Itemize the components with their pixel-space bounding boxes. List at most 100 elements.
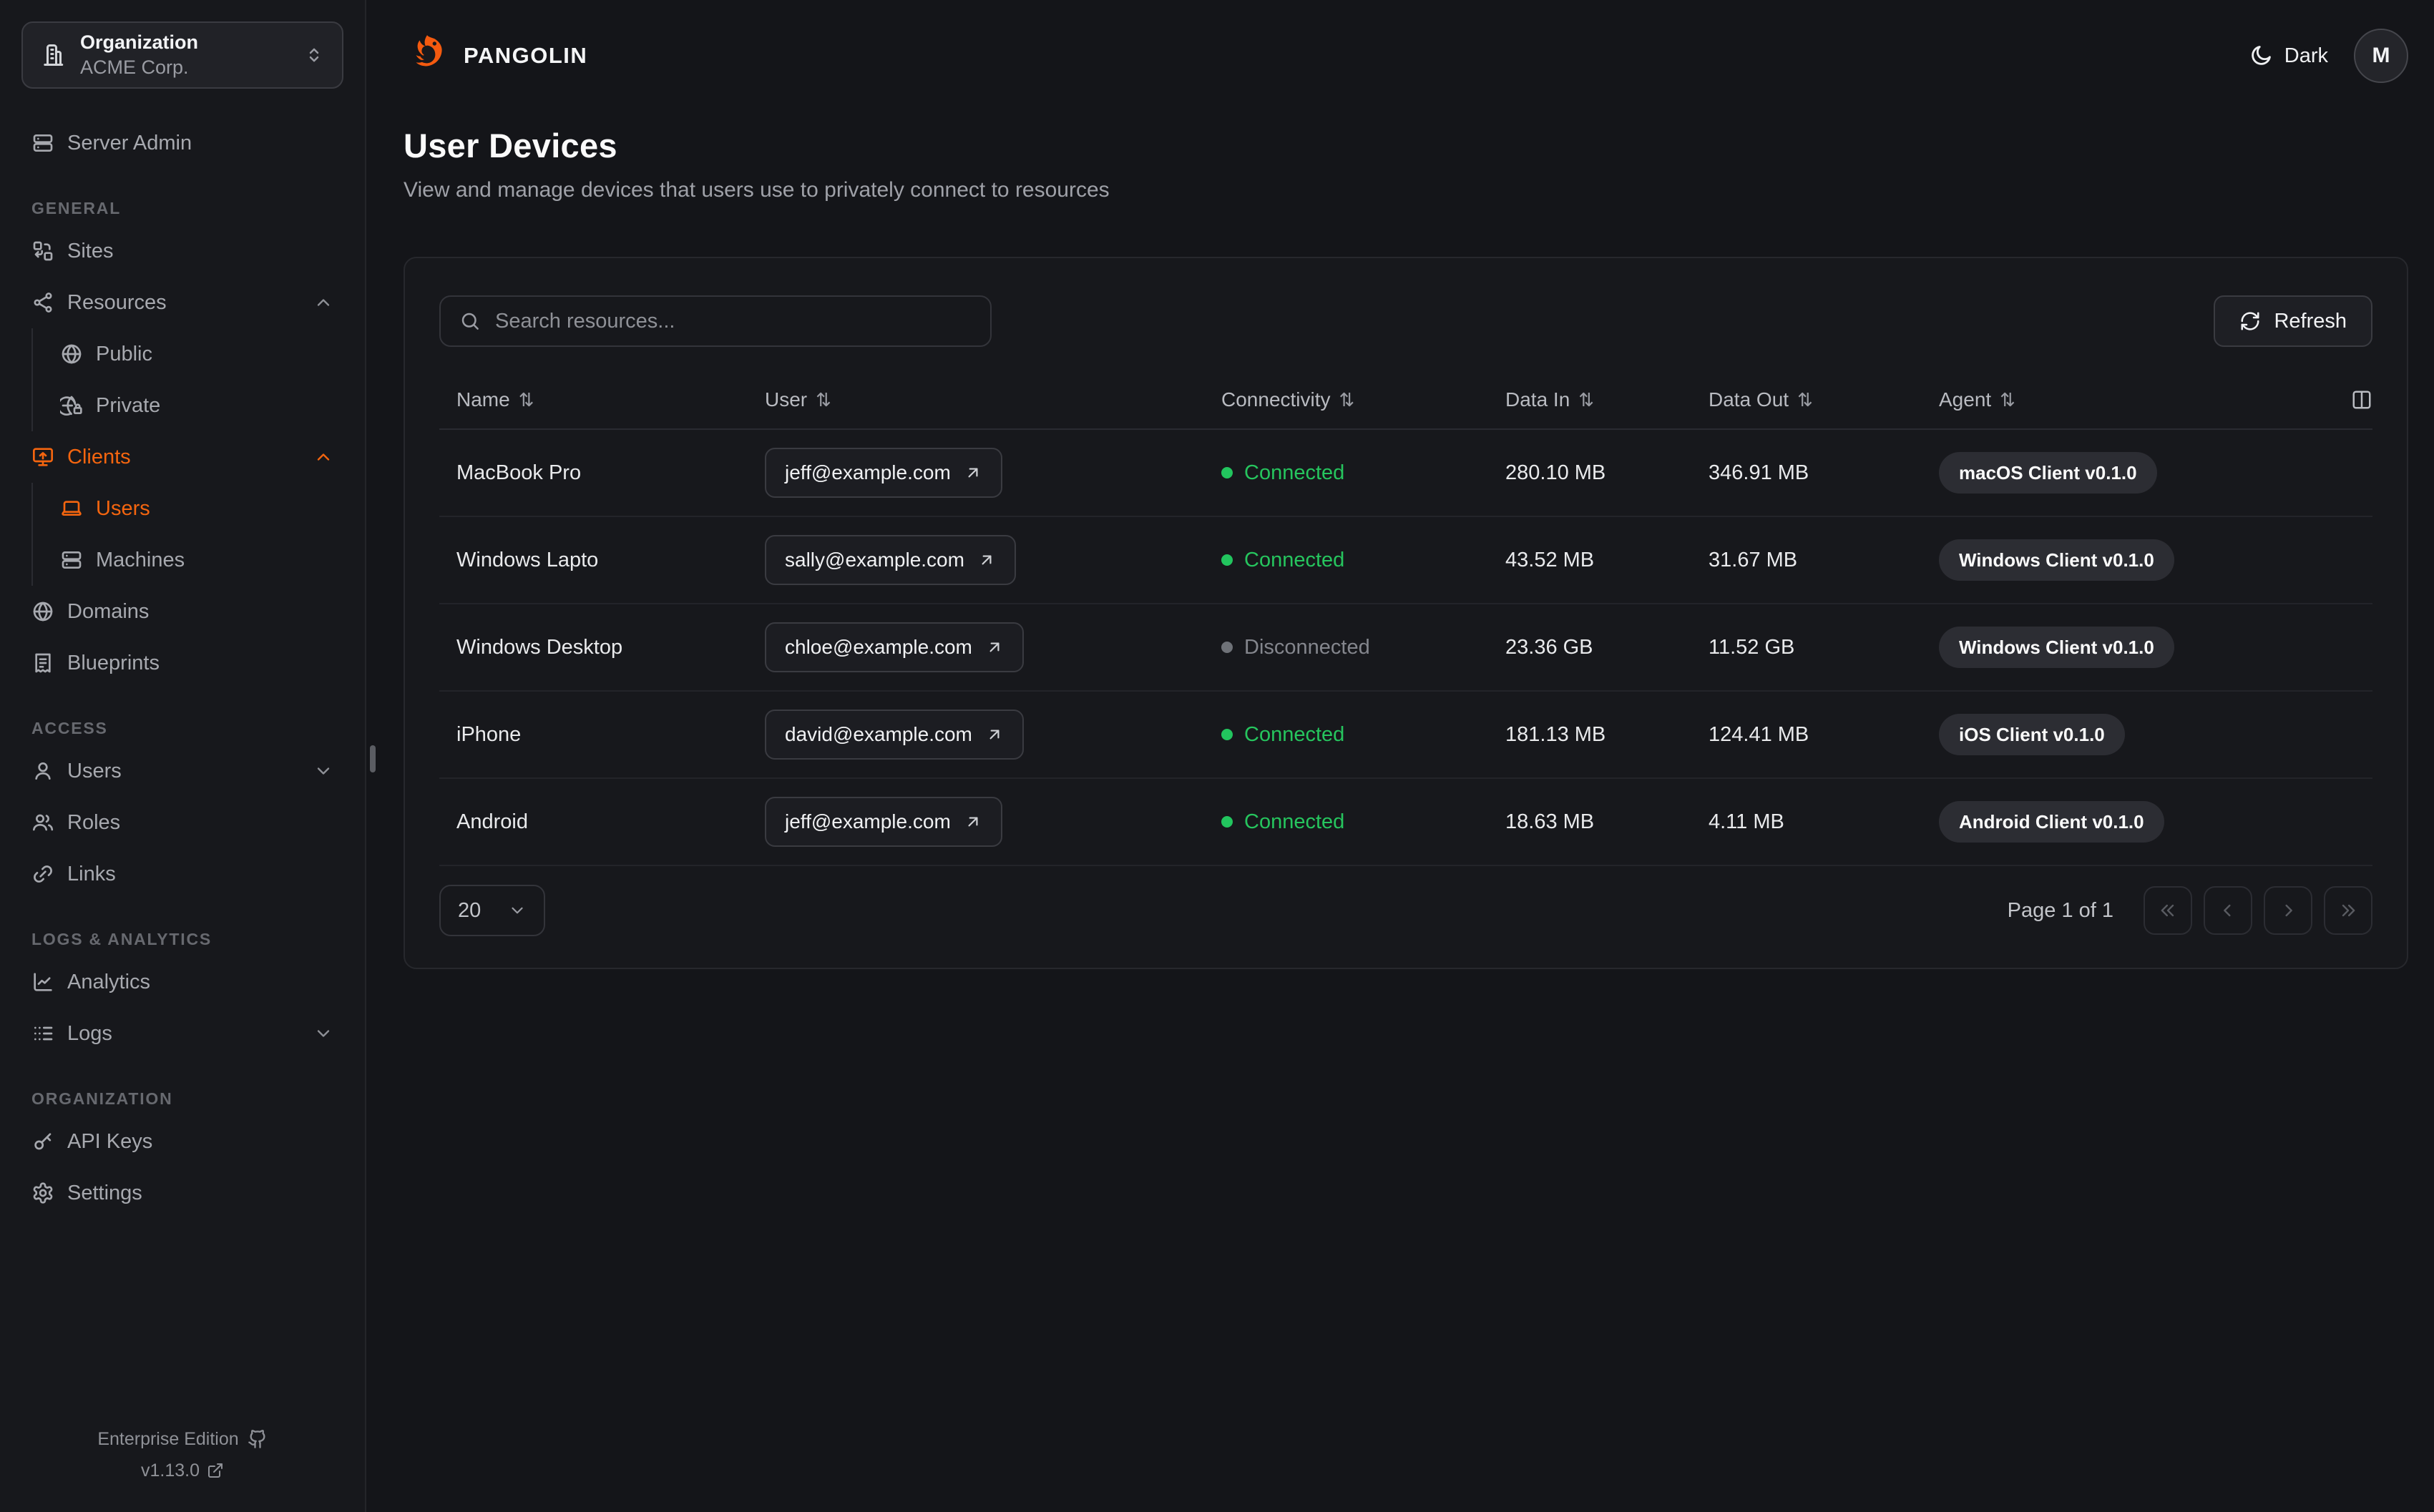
data-in: 181.13 MB [1505,722,1606,746]
connectivity-status: Connected [1221,810,1505,834]
users-icon [31,811,54,834]
sidebar-item-roles[interactable]: Roles [21,797,343,848]
device-name: Windows Desktop [456,635,623,659]
chevron-down-icon [313,761,333,781]
sidebar-item-label: Settings [67,1181,142,1204]
github-icon[interactable] [248,1429,268,1449]
version-link[interactable]: v1.13.0 [141,1461,224,1481]
devices-card: Refresh Name ⇅ User ⇅ Connectivity ⇅ Data I… [404,257,2408,969]
user-link[interactable]: chloe@example.com [765,622,1024,672]
user-link[interactable]: sally@example.com [765,535,1016,585]
column-header-data-in[interactable]: Data In ⇅ [1505,388,1709,411]
app-window: Organization ACME Corp. Server Admin GEN… [0,0,2434,1512]
connectivity-status: Connected [1221,723,1505,747]
refresh-button[interactable]: Refresh [2214,295,2372,347]
data-in: 280.10 MB [1505,461,1606,484]
arrow-up-right-icon [964,463,982,482]
arrow-up-right-icon [985,638,1004,657]
sidebar-item-server-admin[interactable]: Server Admin [21,117,343,169]
sidebar-item-label: Clients [67,445,131,468]
chevron-up-down-icon [303,44,325,66]
chevron-left-icon [2218,900,2238,921]
column-header-user[interactable]: User ⇅ [765,388,1221,411]
pager-controls: Page 1 of 1 [2008,886,2372,935]
arrow-up-right-icon [964,813,982,831]
sidebar-item-logs[interactable]: Logs [21,1008,343,1059]
avatar-initial: M [2372,44,2390,67]
first-page-button[interactable] [2144,886,2192,935]
status-dot [1221,642,1233,653]
sidebar-item-links[interactable]: Links [21,848,343,900]
agent-badge: Android Client v0.1.0 [1939,801,2164,843]
sidebar-item-public[interactable]: Public [33,328,343,380]
column-header-data-out[interactable]: Data Out ⇅ [1709,388,1939,411]
sidebar-item-api-keys[interactable]: API Keys [21,1116,343,1167]
search-input[interactable] [495,309,972,333]
server-icon [31,132,54,154]
sidebar-item-sites[interactable]: Sites [21,225,343,277]
columns-settings-icon[interactable] [2351,389,2372,411]
sidebar-section-access: ACCESS [31,719,108,737]
chevrons-left-icon [2158,900,2178,921]
refresh-icon [2239,310,2261,332]
laptop-icon [60,497,83,520]
sidebar-item-label: Public [96,342,152,365]
previous-page-button[interactable] [2204,886,2252,935]
sidebar-item-private[interactable]: Private [33,380,343,431]
org-selector[interactable]: Organization ACME Corp. [21,21,343,89]
top-right-controls: Dark M [2249,29,2408,83]
sidebar-item-settings[interactable]: Settings [21,1167,343,1219]
status-dot [1221,816,1233,828]
user-link[interactable]: jeff@example.com [765,797,1002,847]
column-header-name[interactable]: Name ⇅ [456,388,765,411]
link-icon [31,863,54,885]
brand[interactable]: PANGOLIN [404,32,587,79]
sidebar-item-resources[interactable]: Resources [21,277,343,328]
sidebar-item-machines[interactable]: Machines [33,534,343,586]
org-selector-value: ACME Corp. [80,57,189,78]
table-row: Android jeff@example.com Connected 18.63… [439,779,2372,866]
status-dot [1221,554,1233,566]
sidebar-item-label: Resources [67,290,167,314]
avatar[interactable]: M [2354,29,2408,83]
user-link[interactable]: david@example.com [765,710,1024,760]
sidebar-item-blueprints[interactable]: Blueprints [21,637,343,689]
user-email: david@example.com [785,723,972,745]
pangolin-logo-icon [404,32,451,79]
sidebar-item-client-users[interactable]: Users [33,483,343,534]
column-header-agent[interactable]: Agent ⇅ [1939,388,2330,411]
column-label: Agent [1939,388,1992,411]
user-link[interactable]: jeff@example.com [765,448,1002,498]
sidebar-resize-handle[interactable] [370,745,376,772]
chart-line-icon [31,971,54,993]
sidebar-item-analytics[interactable]: Analytics [21,956,343,1008]
user-icon [31,760,54,782]
connectivity-status: Disconnected [1221,636,1505,659]
refresh-label: Refresh [2274,309,2347,333]
device-name: MacBook Pro [456,461,582,484]
receipt-icon [31,652,54,674]
data-out: 11.52 GB [1709,635,1795,659]
last-page-button[interactable] [2324,886,2372,935]
sidebar-item-label: Roles [67,810,121,834]
data-out: 346.91 MB [1709,461,1809,484]
status-label: Connected [1244,810,1345,833]
sidebar-item-users[interactable]: Users [21,745,343,797]
chevrons-right-icon [2338,900,2358,921]
next-page-button[interactable] [2264,886,2312,935]
sidebar-item-clients[interactable]: Clients [21,431,343,483]
page-size-select[interactable]: 20 [439,885,545,936]
main-content: PANGOLIN Dark M User Devices View and ma… [366,0,2434,1512]
globe-lock-icon [60,394,83,417]
sidebar-item-domains[interactable]: Domains [21,586,343,637]
sidebar-item-label: Domains [67,599,150,623]
combine-icon [31,240,54,262]
sidebar-footer: Enterprise Edition v1.13.0 [21,1423,343,1486]
theme-toggle[interactable]: Dark [2249,44,2328,68]
sort-icon: ⇅ [1339,388,1355,411]
gear-icon [31,1182,54,1204]
arrow-up-right-icon [985,725,1004,744]
status-label: Connected [1244,722,1345,746]
data-out: 31.67 MB [1709,548,1798,571]
column-header-connectivity[interactable]: Connectivity ⇅ [1221,388,1505,411]
